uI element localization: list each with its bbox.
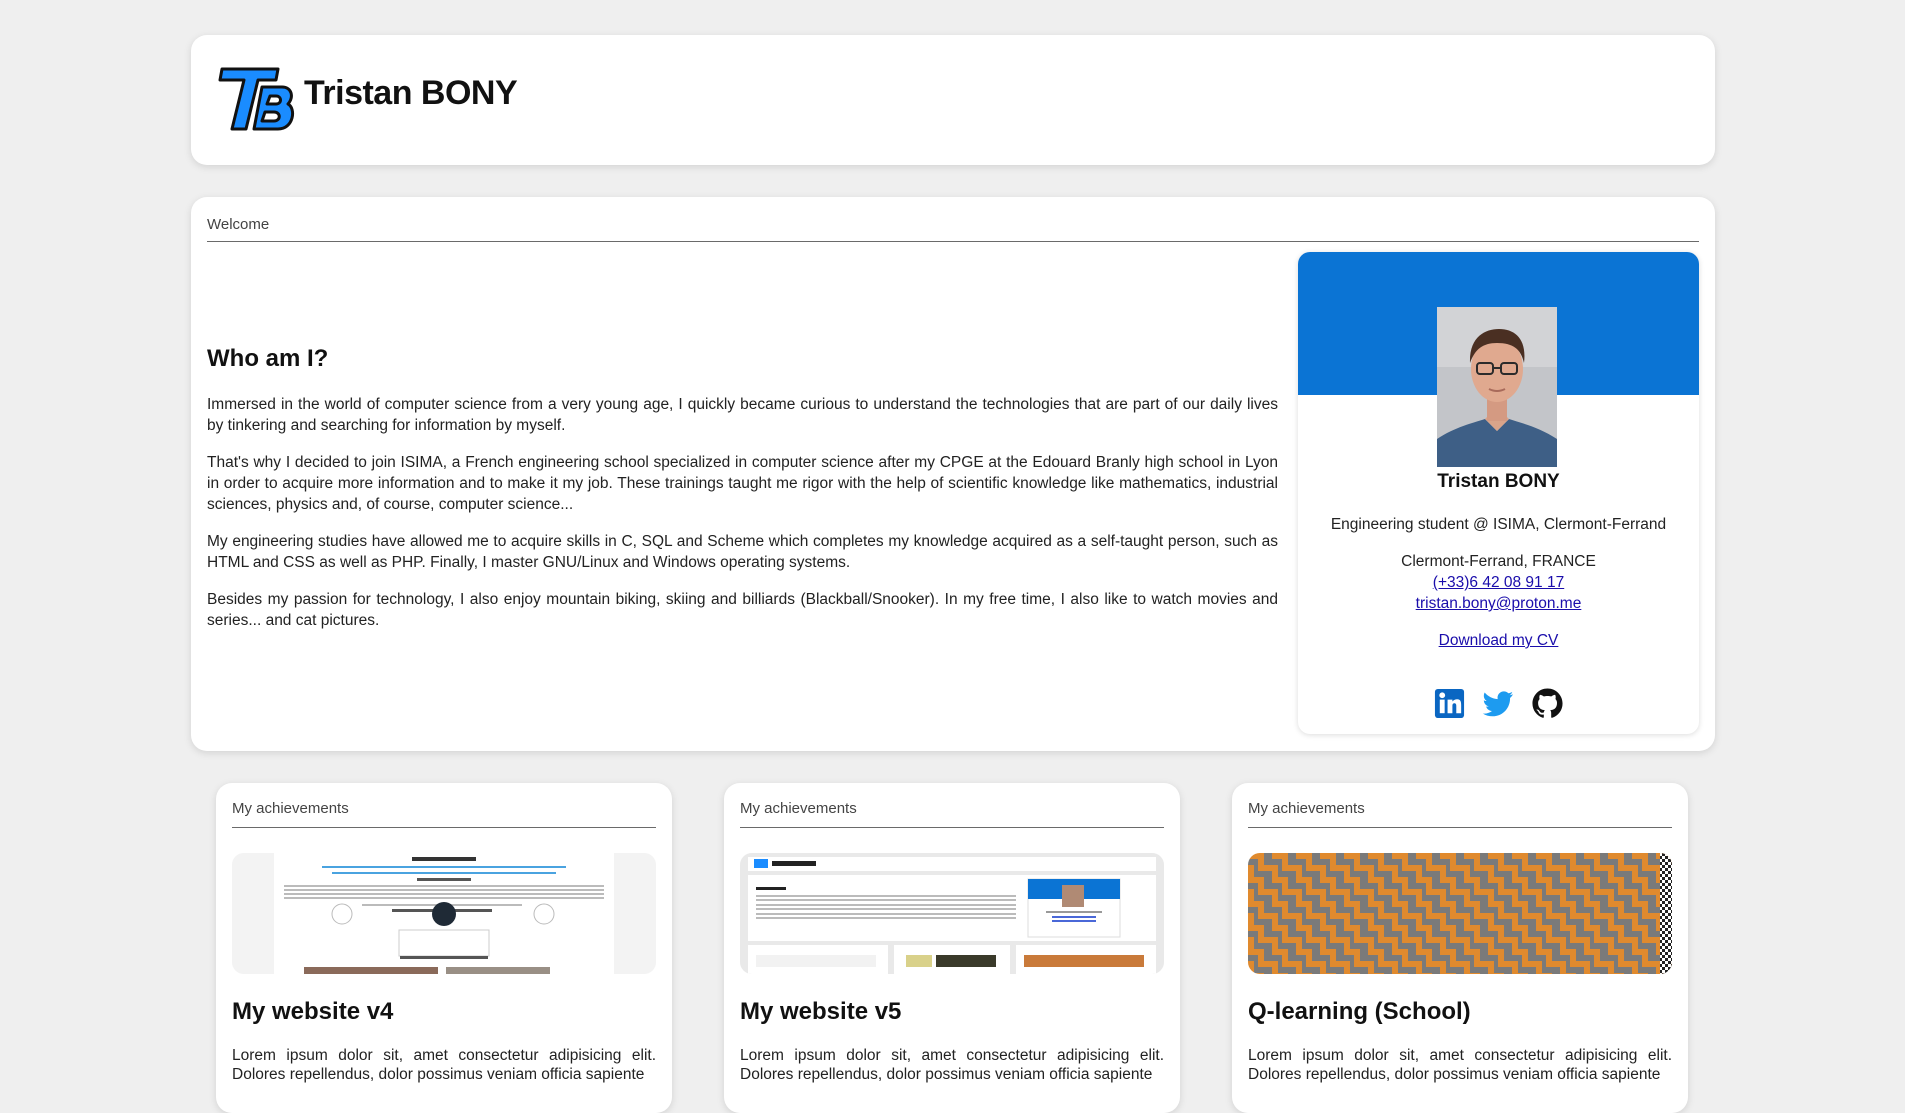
section-divider <box>740 827 1164 828</box>
site-title[interactable]: Tristan BONY <box>304 74 518 113</box>
section-divider <box>232 827 656 828</box>
achievement-card[interactable]: My achievements Q-learning (School) Lore… <box>1232 783 1688 1113</box>
section-label-achievements: My achievements <box>1248 800 1365 817</box>
section-divider <box>1248 827 1672 828</box>
profile-location: Clermont-Ferrand, FRANCE <box>1401 553 1596 570</box>
bio-paragraph: Besides my passion for technology, I als… <box>207 591 1278 629</box>
achievement-title[interactable]: My website v4 <box>232 998 393 1026</box>
linkedin-icon[interactable] <box>1433 687 1466 720</box>
bio-paragraph: Immersed in the world of computer scienc… <box>207 396 1278 434</box>
achievement-description: Lorem ipsum dolor sit, amet consectetur … <box>1248 1047 1672 1083</box>
achievement-thumbnail[interactable] <box>232 853 656 974</box>
section-label-achievements: My achievements <box>740 800 857 817</box>
profile-name: Tristan BONY <box>1437 471 1560 492</box>
achievement-title[interactable]: Q-learning (School) <box>1248 998 1471 1026</box>
social-links <box>1298 687 1699 721</box>
achievement-card[interactable]: My achievements My website v5 Lorem ipsu… <box>724 783 1180 1113</box>
bio-text: Immersed in the world of computer scienc… <box>207 394 1278 647</box>
email-link[interactable]: tristan.bony@proton.me <box>1416 595 1582 612</box>
achievement-card[interactable]: My achievements My website v4 Lorem ipsu… <box>216 783 672 1113</box>
achievement-description: Lorem ipsum dolor sit, amet consectetur … <box>232 1047 656 1083</box>
achievement-thumbnail[interactable] <box>1248 853 1672 974</box>
bio-paragraph: That's why I decided to join ISIMA, a Fr… <box>207 454 1278 513</box>
achievement-title[interactable]: My website v5 <box>740 998 901 1026</box>
welcome-section: Welcome Who am I? Immersed in the world … <box>191 197 1715 751</box>
site-header: Tristan BONY <box>191 35 1715 165</box>
phone-link[interactable]: (+33)6 42 08 91 17 <box>1433 574 1564 591</box>
profile-role: Engineering student @ ISIMA, Clermont-Fe… <box>1330 516 1667 533</box>
github-icon[interactable] <box>1531 687 1564 720</box>
section-divider <box>207 241 1699 242</box>
who-am-i-heading: Who am I? <box>207 345 329 372</box>
bio-paragraph: My engineering studies have allowed me t… <box>207 533 1278 571</box>
tb-logo-icon[interactable] <box>218 63 298 135</box>
profile-card: Tristan BONY Engineering student @ ISIMA… <box>1298 252 1699 734</box>
section-label-achievements: My achievements <box>232 800 349 817</box>
achievement-thumbnail[interactable] <box>740 853 1164 974</box>
avatar <box>1437 307 1557 467</box>
twitter-icon[interactable] <box>1482 687 1515 720</box>
achievement-description: Lorem ipsum dolor sit, amet consectetur … <box>740 1047 1164 1083</box>
section-label-welcome: Welcome <box>207 216 270 233</box>
download-cv-link[interactable]: Download my CV <box>1439 632 1559 649</box>
